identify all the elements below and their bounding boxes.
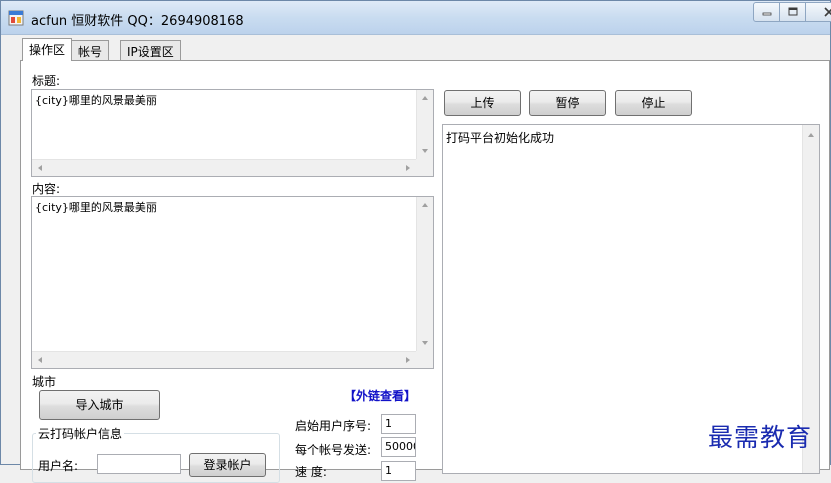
scroll-up-icon <box>422 96 428 100</box>
scroll-up-icon <box>808 133 814 137</box>
external-link[interactable]: 【外链查看】 <box>344 387 416 404</box>
close-icon <box>823 7 831 17</box>
close-button[interactable] <box>806 2 831 22</box>
tab-operation[interactable]: 操作区 <box>22 38 72 61</box>
maximize-button[interactable] <box>780 2 806 22</box>
scroll-right-icon <box>406 357 410 363</box>
tab-accounts[interactable]: 帐号 <box>71 40 109 61</box>
start-index-input[interactable]: 1 <box>381 414 416 434</box>
window-title: acfun 恒财软件 QQ：2694908168 <box>31 10 244 29</box>
stop-button[interactable]: 停止 <box>615 90 692 116</box>
title-textarea[interactable]: {city}哪里的风景最美丽 <box>31 89 434 177</box>
scroll-down-icon <box>422 341 428 345</box>
log-line: 打码平台初始化成功 <box>446 129 554 146</box>
scroll-left-icon <box>38 357 42 363</box>
content-label: 内容: <box>32 180 60 197</box>
tab-ip-settings[interactable]: IP设置区 <box>120 40 181 61</box>
upload-button[interactable]: 上传 <box>444 90 521 116</box>
watermark-text: 最需教育 <box>708 418 812 454</box>
app-icon <box>8 10 24 26</box>
username-label: 用户名: <box>38 457 78 474</box>
scroll-corner <box>416 159 433 176</box>
title-horizontal-scrollbar[interactable] <box>32 159 416 176</box>
speed-input[interactable]: 1 <box>381 461 416 481</box>
maximize-icon <box>787 7 799 17</box>
scroll-down-icon <box>422 149 428 153</box>
pause-button[interactable]: 暂停 <box>529 90 606 116</box>
cloud-account-group-title: 云打码帐户信息 <box>36 425 124 442</box>
title-text: {city}哪里的风景最美丽 <box>35 92 157 108</box>
per-account-label: 每个帐号发送: <box>295 441 371 458</box>
title-bar[interactable]: acfun 恒财软件 QQ：2694908168 <box>1 1 830 35</box>
per-account-input[interactable]: 50000 <box>381 437 416 457</box>
speed-label: 速 度: <box>295 463 327 480</box>
minimize-icon <box>761 7 773 17</box>
content-horizontal-scrollbar[interactable] <box>32 351 416 368</box>
city-label: 城市 <box>32 373 56 390</box>
scroll-up-icon <box>422 203 428 207</box>
content-textarea[interactable]: {city}哪里的风景最美丽 <box>31 196 434 369</box>
title-vertical-scrollbar[interactable] <box>416 90 433 159</box>
scroll-left-icon <box>38 165 42 171</box>
content-text: {city}哪里的风景最美丽 <box>35 199 157 215</box>
content-vertical-scrollbar[interactable] <box>416 197 433 351</box>
scroll-right-icon <box>406 165 410 171</box>
import-city-button[interactable]: 导入城市 <box>39 390 160 420</box>
login-button[interactable]: 登录帐户 <box>189 453 266 477</box>
username-input[interactable] <box>97 454 181 474</box>
start-index-label: 启始用户序号: <box>295 417 371 434</box>
scroll-corner <box>416 351 433 368</box>
title-label: 标题: <box>32 72 60 89</box>
main-window: acfun 恒财软件 QQ：2694908168 操作区 帐号 IP设置区 标题… <box>0 0 831 465</box>
minimize-button[interactable] <box>753 2 780 22</box>
